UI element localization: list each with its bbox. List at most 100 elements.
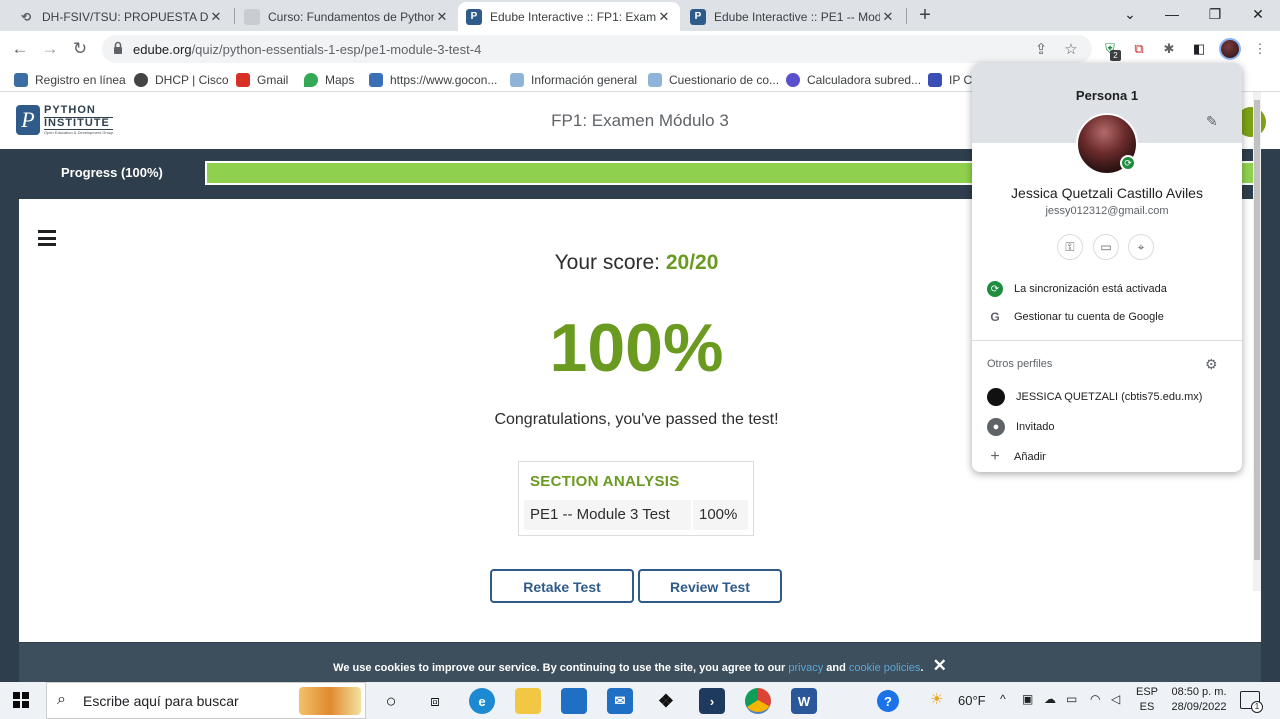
reload-button[interactable]: ↻	[69, 38, 91, 60]
tab-close-icon[interactable]: ✕	[880, 9, 896, 25]
windows-start-icon[interactable]	[13, 692, 29, 708]
url-path: /quiz/python-essentials-1-esp/pe1-module…	[191, 42, 482, 57]
side-panel-icon[interactable]: ◧	[1189, 39, 1209, 59]
profile-item-cbtis[interactable]: JESSICA QUETZALI (cbtis75.edu.mx)	[987, 388, 1202, 406]
tab-title: Edube Interactive :: PE1 -- Modul	[714, 9, 880, 24]
manage-account-row[interactable]: G Gestionar tu cuenta de Google	[987, 308, 1164, 326]
profile-item-label: Invitado	[1016, 421, 1055, 433]
edge-icon[interactable]: e	[469, 688, 495, 714]
volume-icon[interactable]: ◁	[1111, 692, 1120, 706]
retake-test-button[interactable]: Retake Test	[490, 569, 634, 603]
addresses-pin-icon[interactable]: ⌖	[1128, 234, 1154, 260]
word-icon[interactable]: W	[791, 688, 817, 714]
battery-icon[interactable]: ▭	[1066, 692, 1077, 706]
tab-propuesta[interactable]: ⟲ DH-FSIV/TSU: PROPUESTA DE TA ✕	[10, 2, 232, 31]
bookmark-label: Gmail	[257, 72, 289, 87]
meet-icon[interactable]: ▣	[1022, 692, 1033, 706]
address-bar[interactable]: edube.org/quiz/python-essentials-1-esp/p…	[102, 35, 1092, 63]
hamburger-menu-icon[interactable]	[38, 230, 56, 246]
taskbar-search[interactable]: ⌕ Escribe aquí para buscar	[46, 682, 366, 719]
profile-avatar-icon	[987, 388, 1005, 406]
task-view-icon[interactable]: ⧈	[422, 688, 448, 714]
extension-badge: 2	[1110, 50, 1121, 61]
minimize-button[interactable]: —	[1150, 0, 1194, 31]
keyboard-code: ES	[1139, 701, 1155, 713]
cookie-message: We use cookies to improve our service. B…	[333, 662, 786, 674]
cloud-icon[interactable]: ☁	[1044, 692, 1056, 706]
google-g-icon: G	[990, 310, 1000, 324]
section-name: PE1 -- Module 3 Test	[524, 500, 691, 530]
cookie-close-icon[interactable]: ✕	[933, 656, 947, 675]
bookmark-maps[interactable]: Maps	[304, 71, 354, 88]
other-profiles-label: Otros perfiles	[987, 358, 1053, 370]
sync-icon: ⟳	[987, 281, 1003, 297]
bookmark-calculadora[interactable]: Calculadora subred...	[786, 71, 921, 88]
store-icon[interactable]	[561, 688, 587, 714]
tab-edube-pe1[interactable]: P Edube Interactive :: PE1 -- Modul ✕	[682, 2, 904, 31]
bookmark-dhcp[interactable]: DHCP | Cisco	[134, 71, 229, 88]
profile-item-label: JESSICA QUETZALI (cbtis75.edu.mx)	[1016, 391, 1203, 403]
bookmark-gocon[interactable]: https://www.gocon...	[369, 71, 497, 88]
page-scrollbar[interactable]	[1253, 92, 1261, 591]
tab-edube-fp1[interactable]: P Edube Interactive :: FP1: Examen ✕	[458, 2, 680, 31]
video-extension-icon[interactable]: ⧉	[1129, 39, 1149, 59]
payment-card-icon[interactable]: ▭	[1093, 234, 1119, 260]
chrome-icon[interactable]	[745, 688, 771, 714]
new-tab-button[interactable]: +	[914, 4, 936, 26]
scrollbar-thumb[interactable]	[1254, 100, 1260, 560]
profile-item-add[interactable]: + Añadir	[987, 448, 1045, 466]
gmail-icon	[236, 72, 250, 87]
tray-expand-icon[interactable]: ^	[1000, 692, 1006, 706]
forward-button[interactable]: →	[39, 38, 61, 60]
profile-item-guest[interactable]: ● Invitado	[987, 418, 1055, 436]
clock[interactable]: 08:50 p. m. 28/09/2022	[1166, 685, 1232, 715]
language-indicator[interactable]: ESP ES	[1134, 685, 1160, 715]
weather-icon[interactable]: ☀	[930, 690, 943, 708]
cookie-policies-link[interactable]: cookie policies	[849, 662, 921, 674]
page-icon	[510, 72, 524, 87]
tab-title: Curso: Fundamentos de Python	[268, 9, 434, 24]
profile-menu: Persona 1 ✎ ⟳ Jessica Quetzali Castillo …	[972, 63, 1242, 472]
menu-kebab-icon[interactable]: ⋮	[1250, 39, 1270, 59]
edit-pencil-icon[interactable]: ✎	[1206, 113, 1218, 130]
tab-curso[interactable]: Curso: Fundamentos de Python ✕	[236, 2, 458, 31]
dropbox-icon[interactable]: ❖	[653, 688, 679, 714]
file-explorer-icon[interactable]	[515, 688, 541, 714]
tab-close-icon[interactable]: ✕	[656, 9, 672, 25]
back-button[interactable]: ←	[9, 38, 31, 60]
puzzle-extensions-icon[interactable]: ✱	[1159, 39, 1179, 59]
bookmark-cuestionario[interactable]: Cuestionario de co...	[648, 71, 779, 88]
cortana-icon[interactable]: ○	[378, 688, 404, 714]
edube-favicon-icon: P	[466, 8, 482, 25]
share-icon[interactable]: ⇪	[1032, 41, 1050, 59]
sync-status-row[interactable]: ⟳ La sincronización está activada	[987, 280, 1167, 298]
sync-badge-icon: ⟳	[1120, 155, 1136, 171]
search-placeholder: Escribe aquí para buscar	[83, 693, 239, 709]
tab-search-button[interactable]: ⌄	[1108, 0, 1152, 31]
restore-button[interactable]: ❐	[1193, 0, 1237, 31]
close-window-button[interactable]: ✕	[1236, 0, 1280, 31]
bookmark-registro[interactable]: Registro en línea	[14, 71, 126, 88]
tab-close-icon[interactable]: ✕	[434, 9, 450, 25]
gear-icon[interactable]: ⚙	[1205, 356, 1218, 373]
wifi-icon[interactable]: ◠	[1090, 692, 1100, 706]
gocon-icon	[369, 72, 383, 87]
bookmark-label: Calculadora subred...	[807, 72, 922, 87]
profile-avatar-button[interactable]	[1219, 38, 1241, 60]
mail-icon[interactable]: ✉	[607, 688, 633, 714]
review-test-button[interactable]: Review Test	[638, 569, 782, 603]
url-text[interactable]: edube.org/quiz/python-essentials-1-esp/p…	[133, 42, 481, 57]
bookmark-star-icon[interactable]: ☆	[1062, 41, 1080, 59]
notification-count: 1	[1251, 701, 1263, 713]
bookmark-informacion[interactable]: Información general	[510, 71, 637, 88]
terminal-icon[interactable]: ›	[699, 688, 725, 714]
tab-close-icon[interactable]: ✕	[208, 9, 224, 25]
manage-account-label: Gestionar tu cuenta de Google	[1014, 311, 1164, 323]
registro-icon	[14, 72, 28, 87]
bookmark-gmail[interactable]: Gmail	[236, 71, 288, 88]
passwords-key-icon[interactable]: ⚿	[1057, 234, 1083, 260]
help-icon[interactable]: ?	[877, 690, 899, 712]
privacy-link[interactable]: privacy	[788, 662, 823, 674]
weather-temp[interactable]: 60°F	[958, 693, 986, 708]
lock-icon[interactable]	[113, 41, 123, 55]
